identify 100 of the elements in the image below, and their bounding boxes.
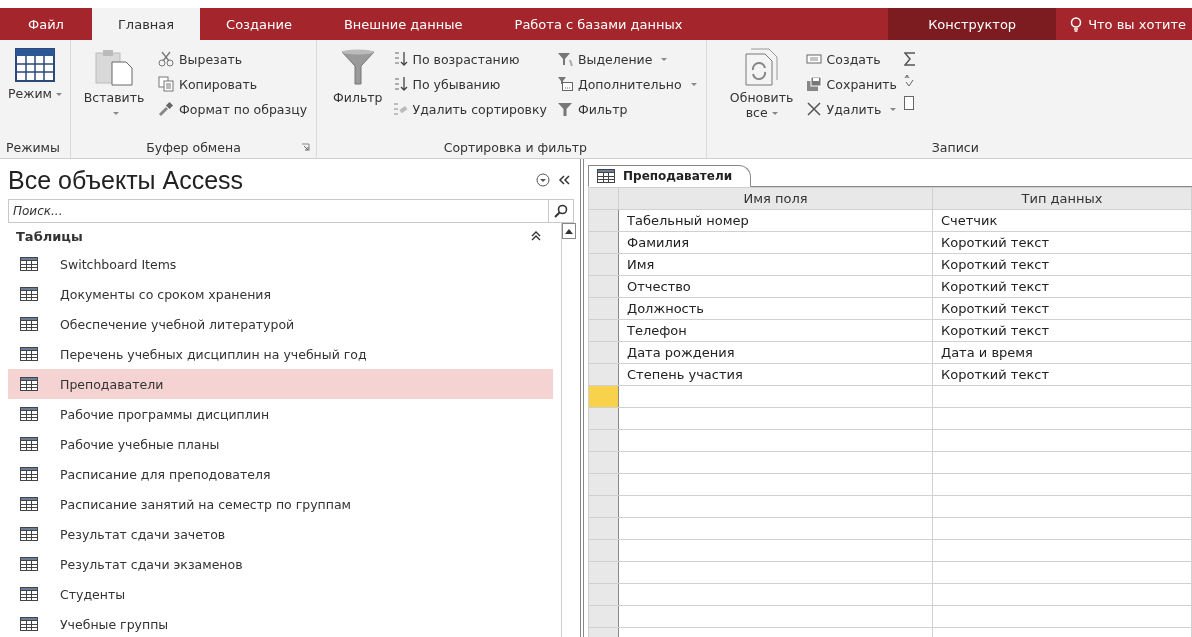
- ribbon-button[interactable]: Сохранить: [802, 73, 900, 95]
- ribbon-button[interactable]: Фильтр: [331, 46, 385, 136]
- ribbon-button[interactable]: Вставить: [77, 46, 152, 136]
- row-selector[interactable]: [588, 561, 619, 584]
- nav-item[interactable]: Расписание для преподователя: [8, 459, 553, 489]
- table-icon: [20, 317, 38, 331]
- row-selector[interactable]: [588, 451, 619, 474]
- spelling-icon[interactable]: [903, 74, 914, 88]
- ribbon-tab[interactable]: Главная: [91, 8, 201, 40]
- nav-item[interactable]: Switchboard Items: [8, 249, 553, 279]
- save-icon: [805, 76, 822, 92]
- table-cell: Должность: [618, 297, 933, 320]
- brush-icon: [158, 101, 175, 117]
- ribbon-button[interactable]: Режим: [6, 46, 65, 136]
- table-cell: Дата и время: [932, 341, 1192, 364]
- refresh-icon: [744, 48, 779, 86]
- dropdown-icon[interactable]: [536, 173, 550, 187]
- dialog-launcher-icon[interactable]: [301, 143, 311, 152]
- copy-icon: [158, 76, 175, 92]
- nav-item[interactable]: Документы со сроком хранения: [8, 279, 553, 309]
- ribbon-button[interactable]: Формат по образцу: [155, 98, 311, 120]
- scroll-up-button[interactable]: [562, 223, 576, 239]
- row-selector[interactable]: [588, 407, 619, 430]
- table-cell: Короткий текст: [932, 253, 1192, 276]
- clipboard-icon: [94, 48, 135, 86]
- new-record-icon: [805, 51, 822, 67]
- table-icon: [20, 557, 38, 571]
- table-icon: [15, 48, 55, 82]
- row-selector[interactable]: [588, 297, 619, 320]
- nav-item[interactable]: Результат сдачи экзаменов: [8, 549, 553, 579]
- ribbon-button[interactable]: Удалить сортировку: [388, 98, 550, 120]
- row-selector[interactable]: [588, 385, 619, 408]
- row-selector[interactable]: [588, 583, 619, 606]
- lightbulb-icon: [1070, 16, 1083, 32]
- delete-icon: [805, 101, 822, 117]
- row-selector[interactable]: [588, 319, 619, 342]
- row-selector[interactable]: [588, 363, 619, 386]
- row-selector[interactable]: [588, 341, 619, 364]
- row-selector[interactable]: [588, 539, 619, 562]
- table-icon: [20, 257, 38, 271]
- table-cell: Степень участия: [618, 363, 933, 386]
- ribbon-button[interactable]: Вырезать: [155, 48, 311, 70]
- group-label: Сортировка и фильтр: [443, 139, 587, 155]
- sum-icon[interactable]: [903, 52, 916, 66]
- table-cell: Короткий текст: [932, 275, 1192, 298]
- ribbon-tab[interactable]: Конструктор: [888, 8, 1057, 40]
- row-selector[interactable]: [588, 253, 619, 276]
- ribbon-button[interactable]: Выделение: [553, 48, 700, 70]
- ribbon-button[interactable]: Обновить все: [724, 46, 799, 136]
- row-selector[interactable]: [588, 605, 619, 628]
- nav-item[interactable]: Преподаватели: [8, 369, 553, 399]
- collapse-icon[interactable]: [531, 231, 541, 241]
- nav-item[interactable]: Учебные группы: [8, 609, 553, 637]
- nav-item[interactable]: Результат сдачи зачетов: [8, 519, 553, 549]
- row-selector[interactable]: [588, 209, 619, 232]
- collapse-icon[interactable]: [558, 175, 570, 185]
- table-cell: Дата рождения: [618, 341, 933, 364]
- row-selector[interactable]: [588, 473, 619, 496]
- ribbon-button[interactable]: Удалить: [802, 98, 900, 120]
- ribbon-button[interactable]: Дополнительно: [553, 73, 700, 95]
- table-cell: Отчество: [618, 275, 933, 298]
- document-tab[interactable]: Преподаватели: [588, 165, 752, 187]
- scissors-icon: [158, 51, 175, 67]
- ribbon-tab[interactable]: Создание: [200, 8, 318, 40]
- up-arrow-icon: [565, 228, 573, 234]
- section-header: Таблицы: [16, 228, 84, 244]
- group-label: Записи: [931, 139, 979, 155]
- row-selector[interactable]: [588, 275, 619, 298]
- ribbon-tab[interactable]: Внешние данные: [317, 8, 489, 40]
- search-icon[interactable]: [548, 199, 574, 223]
- row-selector[interactable]: [588, 429, 619, 452]
- table-icon: [20, 587, 38, 601]
- nav-item[interactable]: Перечень учебных дисциплин на учебный год: [8, 339, 553, 369]
- more-icon[interactable]: [903, 96, 914, 110]
- table-icon: [20, 287, 38, 301]
- nav-item[interactable]: Студенты: [8, 579, 553, 609]
- funnel-icon: [556, 101, 573, 117]
- ribbon-tab[interactable]: Работа с базами данных: [488, 8, 709, 40]
- table-icon: [20, 617, 38, 631]
- nav-item[interactable]: Рабочие учебные планы: [8, 429, 553, 459]
- ribbon-button[interactable]: Копировать: [155, 73, 311, 95]
- clear-sort-icon: [391, 101, 408, 117]
- nav-item[interactable]: Рабочие программы дисциплин: [8, 399, 553, 429]
- select-all-cell[interactable]: [588, 187, 619, 210]
- tell-me-field[interactable]: Что вы хотите: [1088, 16, 1186, 32]
- ribbon-button[interactable]: По возрастанию: [388, 48, 550, 70]
- ribbon-button[interactable]: Фильтр: [553, 98, 700, 120]
- search-field[interactable]: Поиск...: [8, 199, 548, 223]
- nav-item[interactable]: Расписание занятий на семестр по группам: [8, 489, 553, 519]
- nav-item[interactable]: Обеспечение учебной литературой: [8, 309, 553, 339]
- funnel-icon: [339, 48, 376, 86]
- row-selector[interactable]: [588, 495, 619, 518]
- ribbon-button[interactable]: Создать: [802, 48, 900, 70]
- selection-filter-icon: [556, 51, 573, 67]
- row-selector[interactable]: [588, 517, 619, 540]
- row-selector[interactable]: [588, 231, 619, 254]
- group-label: Буфер обмена: [146, 139, 241, 155]
- table-icon: [597, 169, 615, 183]
- ribbon-button[interactable]: По убыванию: [388, 73, 550, 95]
- table-cell: Имя: [618, 253, 933, 276]
